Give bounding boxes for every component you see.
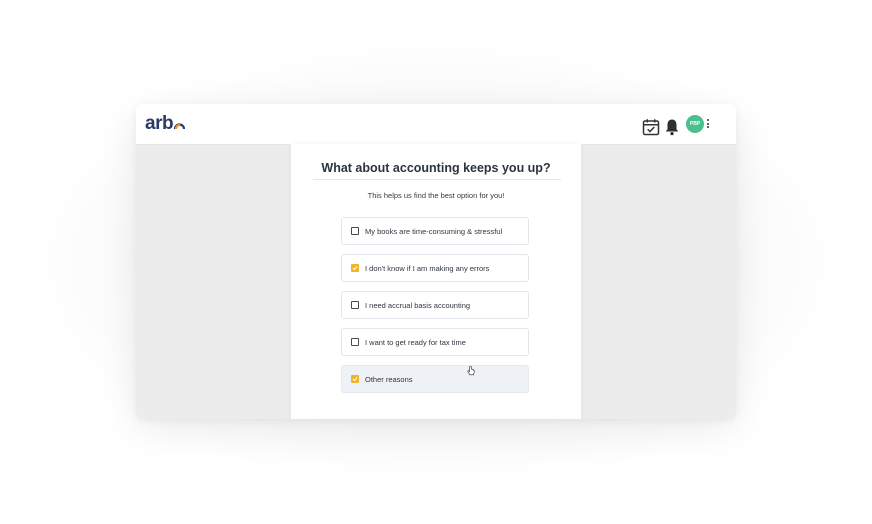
option-other-reasons[interactable]: Other reasons bbox=[341, 365, 529, 393]
avatar-initials: PBP bbox=[689, 121, 701, 127]
checkbox-unchecked[interactable] bbox=[351, 301, 359, 309]
checkbox-unchecked[interactable] bbox=[351, 227, 359, 235]
avatar[interactable]: PBP bbox=[686, 115, 704, 133]
option-making-errors[interactable]: I don't know if I am making any errors bbox=[341, 254, 529, 282]
option-accrual-basis[interactable]: I need accrual basis accounting bbox=[341, 291, 529, 319]
app-window: arb PBP What about accounting keeps you … bbox=[136, 104, 736, 419]
checkbox-checked[interactable] bbox=[351, 264, 359, 272]
title-divider bbox=[313, 179, 561, 180]
page-subtitle: This helps us find the best option for y… bbox=[367, 191, 505, 200]
option-label: I want to get ready for tax time bbox=[365, 337, 466, 347]
calendar-check-icon[interactable] bbox=[642, 118, 660, 136]
survey-card: What about accounting keeps you up? This… bbox=[291, 144, 581, 419]
kebab-menu-icon[interactable] bbox=[707, 119, 710, 129]
checkbox-checked[interactable] bbox=[351, 375, 359, 383]
top-bar: arb PBP bbox=[136, 104, 736, 145]
logo-arc-icon bbox=[173, 123, 185, 130]
option-label: I don't know if I am making any errors bbox=[365, 263, 490, 273]
page-title: What about accounting keeps you up? bbox=[321, 161, 551, 175]
hand-cursor-icon bbox=[467, 366, 475, 376]
option-label: Other reasons bbox=[365, 374, 413, 384]
option-label: I need accrual basis accounting bbox=[365, 300, 471, 310]
bell-icon[interactable] bbox=[663, 118, 681, 136]
checkbox-unchecked[interactable] bbox=[351, 338, 359, 346]
option-label: My books are time-consuming & stressful bbox=[365, 226, 503, 236]
logo-text: arb bbox=[145, 113, 174, 134]
option-time-consuming[interactable]: My books are time-consuming & stressful bbox=[341, 217, 529, 245]
option-tax-time[interactable]: I want to get ready for tax time bbox=[341, 328, 529, 356]
